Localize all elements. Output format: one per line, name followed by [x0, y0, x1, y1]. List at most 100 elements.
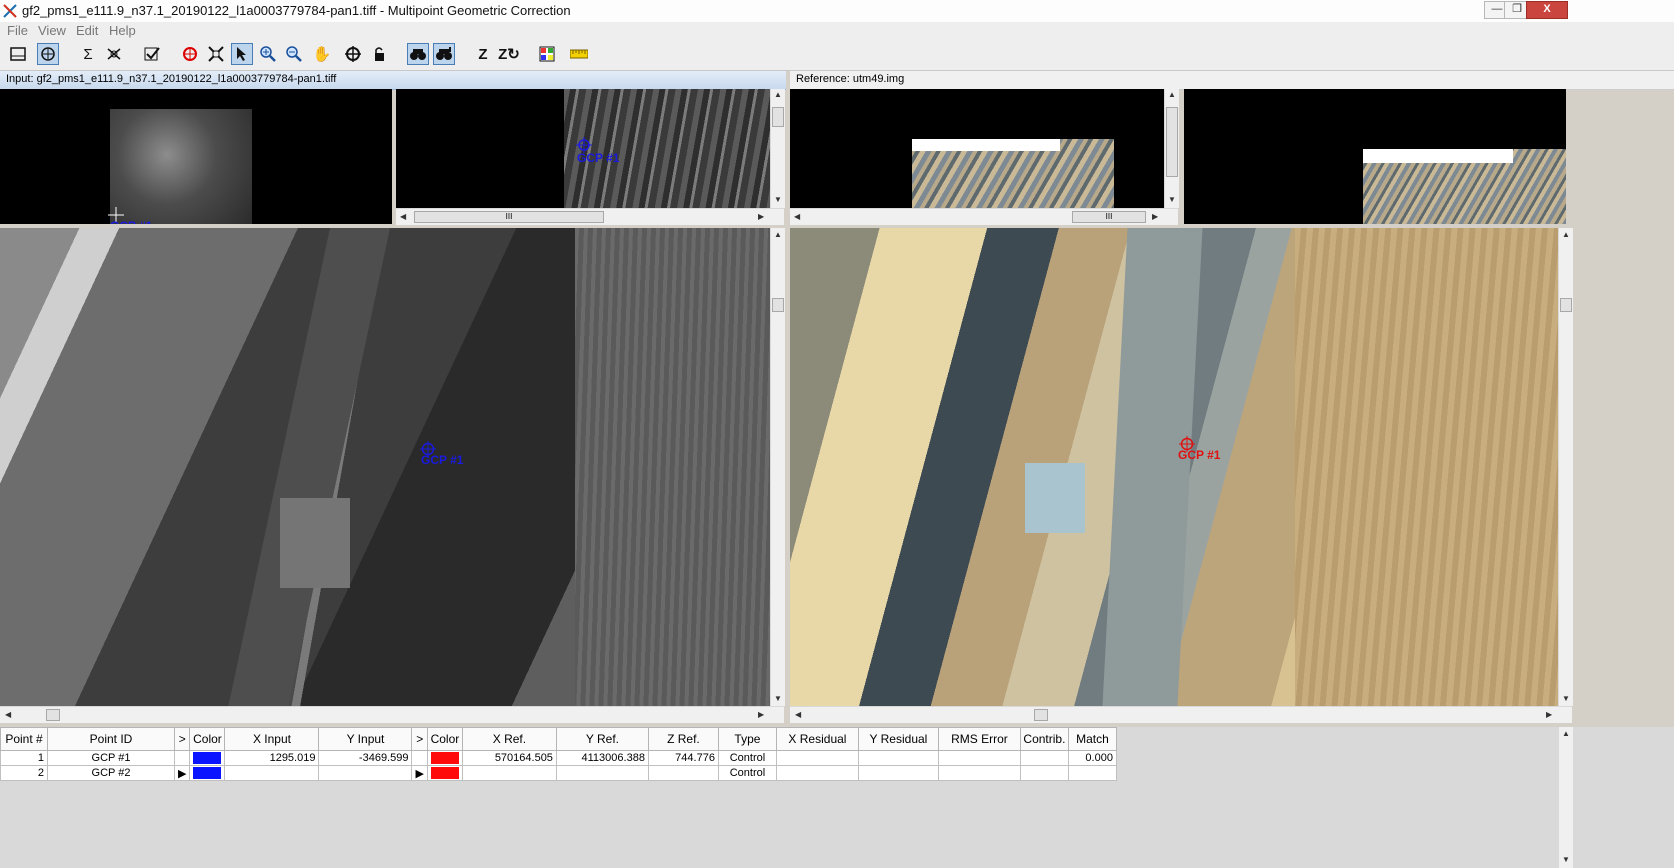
scroll-down-icon[interactable]: ▼ — [774, 694, 782, 703]
check-icon[interactable] — [141, 43, 163, 65]
contrib-cell[interactable] — [1019, 765, 1069, 781]
vertical-scrollbar[interactable]: ▲ ▼ — [770, 228, 785, 706]
horizontal-scrollbar[interactable]: ◀ III ▶ — [396, 208, 784, 225]
scroll-thumb[interactable] — [46, 709, 60, 721]
rms-error-cell[interactable] — [937, 765, 1021, 781]
x-ref-cell[interactable]: 570164.505 — [461, 750, 557, 766]
x-residual-cell[interactable] — [775, 765, 859, 781]
menu-help[interactable]: Help — [109, 23, 136, 38]
ref-color-cell[interactable] — [426, 750, 463, 766]
sum-icon[interactable]: Σ — [77, 43, 99, 65]
column-header[interactable]: Y Ref. — [555, 727, 649, 751]
scroll-up-icon[interactable]: ▲ — [1562, 729, 1570, 738]
select-arrow-icon[interactable] — [231, 43, 253, 65]
column-header[interactable]: Contrib. — [1019, 727, 1069, 751]
scroll-down-icon[interactable]: ▼ — [1562, 694, 1570, 703]
scroll-left-icon[interactable]: ◀ — [795, 710, 801, 719]
column-header[interactable]: Z Ref. — [647, 727, 719, 751]
color-icon[interactable] — [179, 43, 201, 65]
x-ref-cell[interactable] — [461, 765, 557, 781]
column-header[interactable]: Type — [717, 727, 777, 751]
lock-icon[interactable] — [368, 43, 390, 65]
y-ref-cell[interactable]: 4113006.388 — [555, 750, 649, 766]
zoom-in-icon[interactable] — [257, 43, 279, 65]
reference-main-view[interactable]: GCP #1 — [790, 228, 1558, 706]
scroll-up-icon[interactable]: ▲ — [774, 90, 782, 99]
point-number-cell[interactable]: 2 — [0, 765, 48, 781]
scroll-left-icon[interactable]: ◀ — [794, 212, 800, 221]
input-zoom-view[interactable]: GCP #1 — [396, 89, 770, 208]
y-residual-cell[interactable] — [857, 765, 939, 781]
column-header[interactable]: Point ID — [47, 727, 175, 751]
scroll-up-icon[interactable]: ▲ — [1168, 90, 1176, 99]
scroll-up-icon[interactable]: ▲ — [1562, 230, 1570, 239]
column-header[interactable]: Point # — [0, 727, 48, 751]
table-row[interactable]: 2 GCP #2 ▶ ▶ Control — [0, 765, 1117, 781]
row-marker-cell[interactable]: ▶ — [411, 765, 428, 781]
y-input-cell[interactable] — [318, 765, 413, 781]
scroll-right-icon[interactable]: ▶ — [1152, 212, 1158, 221]
ruler-icon[interactable] — [568, 43, 590, 65]
point-id-cell[interactable]: GCP #2 — [47, 765, 175, 781]
type-cell[interactable]: Control — [717, 765, 777, 781]
type-cell[interactable]: Control — [717, 750, 777, 766]
z-ref-cell[interactable]: 744.776 — [647, 750, 719, 766]
z-value-icon[interactable]: Z — [472, 43, 494, 65]
match-cell[interactable]: 0.000 — [1067, 750, 1117, 766]
vertical-scrollbar[interactable]: ▲ ▼ — [770, 89, 785, 208]
row-marker-cell[interactable]: ▶ — [173, 765, 191, 781]
point-id-cell[interactable]: GCP #1 — [47, 750, 175, 766]
column-header[interactable]: Y Input — [318, 727, 413, 751]
scroll-thumb[interactable] — [772, 298, 784, 312]
vertical-scrollbar[interactable]: ▲ ▼ — [1558, 228, 1573, 706]
menu-edit[interactable]: Edit — [76, 23, 98, 38]
horizontal-scrollbar[interactable]: ◀ ▶ — [790, 706, 1572, 723]
reference-zoom-view[interactable] — [790, 89, 1164, 208]
input-color-cell[interactable] — [189, 765, 226, 781]
scroll-left-icon[interactable]: ◀ — [5, 710, 11, 719]
layout-icon[interactable] — [7, 43, 29, 65]
drive-input-icon[interactable] — [407, 43, 429, 65]
rms-error-cell[interactable] — [937, 750, 1021, 766]
column-header[interactable]: Color — [189, 727, 226, 751]
column-header[interactable]: Y Residual — [857, 727, 939, 751]
horizontal-scrollbar[interactable]: ◀ ▶ — [0, 706, 784, 723]
contrib-cell[interactable] — [1019, 750, 1069, 766]
fit-icon[interactable] — [205, 43, 227, 65]
x-input-cell[interactable]: 1295.019 — [224, 750, 320, 766]
z-auto-icon[interactable]: Z↻ — [498, 43, 520, 65]
drive-ref-icon[interactable] — [433, 43, 455, 65]
pan-hand-icon[interactable]: ✋ — [311, 43, 333, 65]
scroll-right-icon[interactable]: ▶ — [1546, 710, 1552, 719]
column-header[interactable]: X Residual — [775, 727, 859, 751]
input-overview-view[interactable]: GCP #1 — [0, 89, 392, 224]
x-input-cell[interactable] — [224, 765, 320, 781]
column-header[interactable]: > — [173, 727, 191, 751]
y-residual-cell[interactable] — [857, 750, 939, 766]
y-ref-cell[interactable] — [555, 765, 649, 781]
column-header[interactable]: Match — [1067, 727, 1117, 751]
reference-overview-view[interactable] — [1184, 89, 1566, 224]
input-color-cell[interactable] — [189, 750, 226, 766]
scroll-thumb[interactable]: III — [414, 211, 604, 223]
column-header[interactable]: > — [411, 727, 428, 751]
x-residual-cell[interactable] — [775, 750, 859, 766]
menu-file[interactable]: File — [7, 23, 28, 38]
scroll-down-icon[interactable]: ▼ — [1168, 195, 1176, 204]
horizontal-scrollbar[interactable]: ◀ III ▶ — [790, 208, 1178, 225]
scroll-thumb[interactable]: III — [1072, 211, 1146, 223]
grid-icon[interactable] — [536, 43, 558, 65]
scroll-thumb[interactable] — [1166, 107, 1178, 177]
input-main-view[interactable]: GCP #1 — [0, 228, 770, 706]
column-header[interactable]: RMS Error — [937, 727, 1021, 751]
ref-color-cell[interactable] — [426, 765, 463, 781]
table-row[interactable]: 1 GCP #1 1295.019 -3469.599 570164.505 4… — [0, 750, 1117, 766]
scroll-down-icon[interactable]: ▼ — [1562, 855, 1570, 864]
gcp-tools-icon[interactable] — [103, 43, 125, 65]
vertical-scrollbar[interactable]: ▲ ▼ — [1558, 727, 1573, 868]
scroll-up-icon[interactable]: ▲ — [774, 230, 782, 239]
match-cell[interactable] — [1067, 765, 1117, 781]
column-header[interactable]: Color — [426, 727, 463, 751]
menu-view[interactable]: View — [38, 23, 66, 38]
scroll-right-icon[interactable]: ▶ — [758, 212, 764, 221]
